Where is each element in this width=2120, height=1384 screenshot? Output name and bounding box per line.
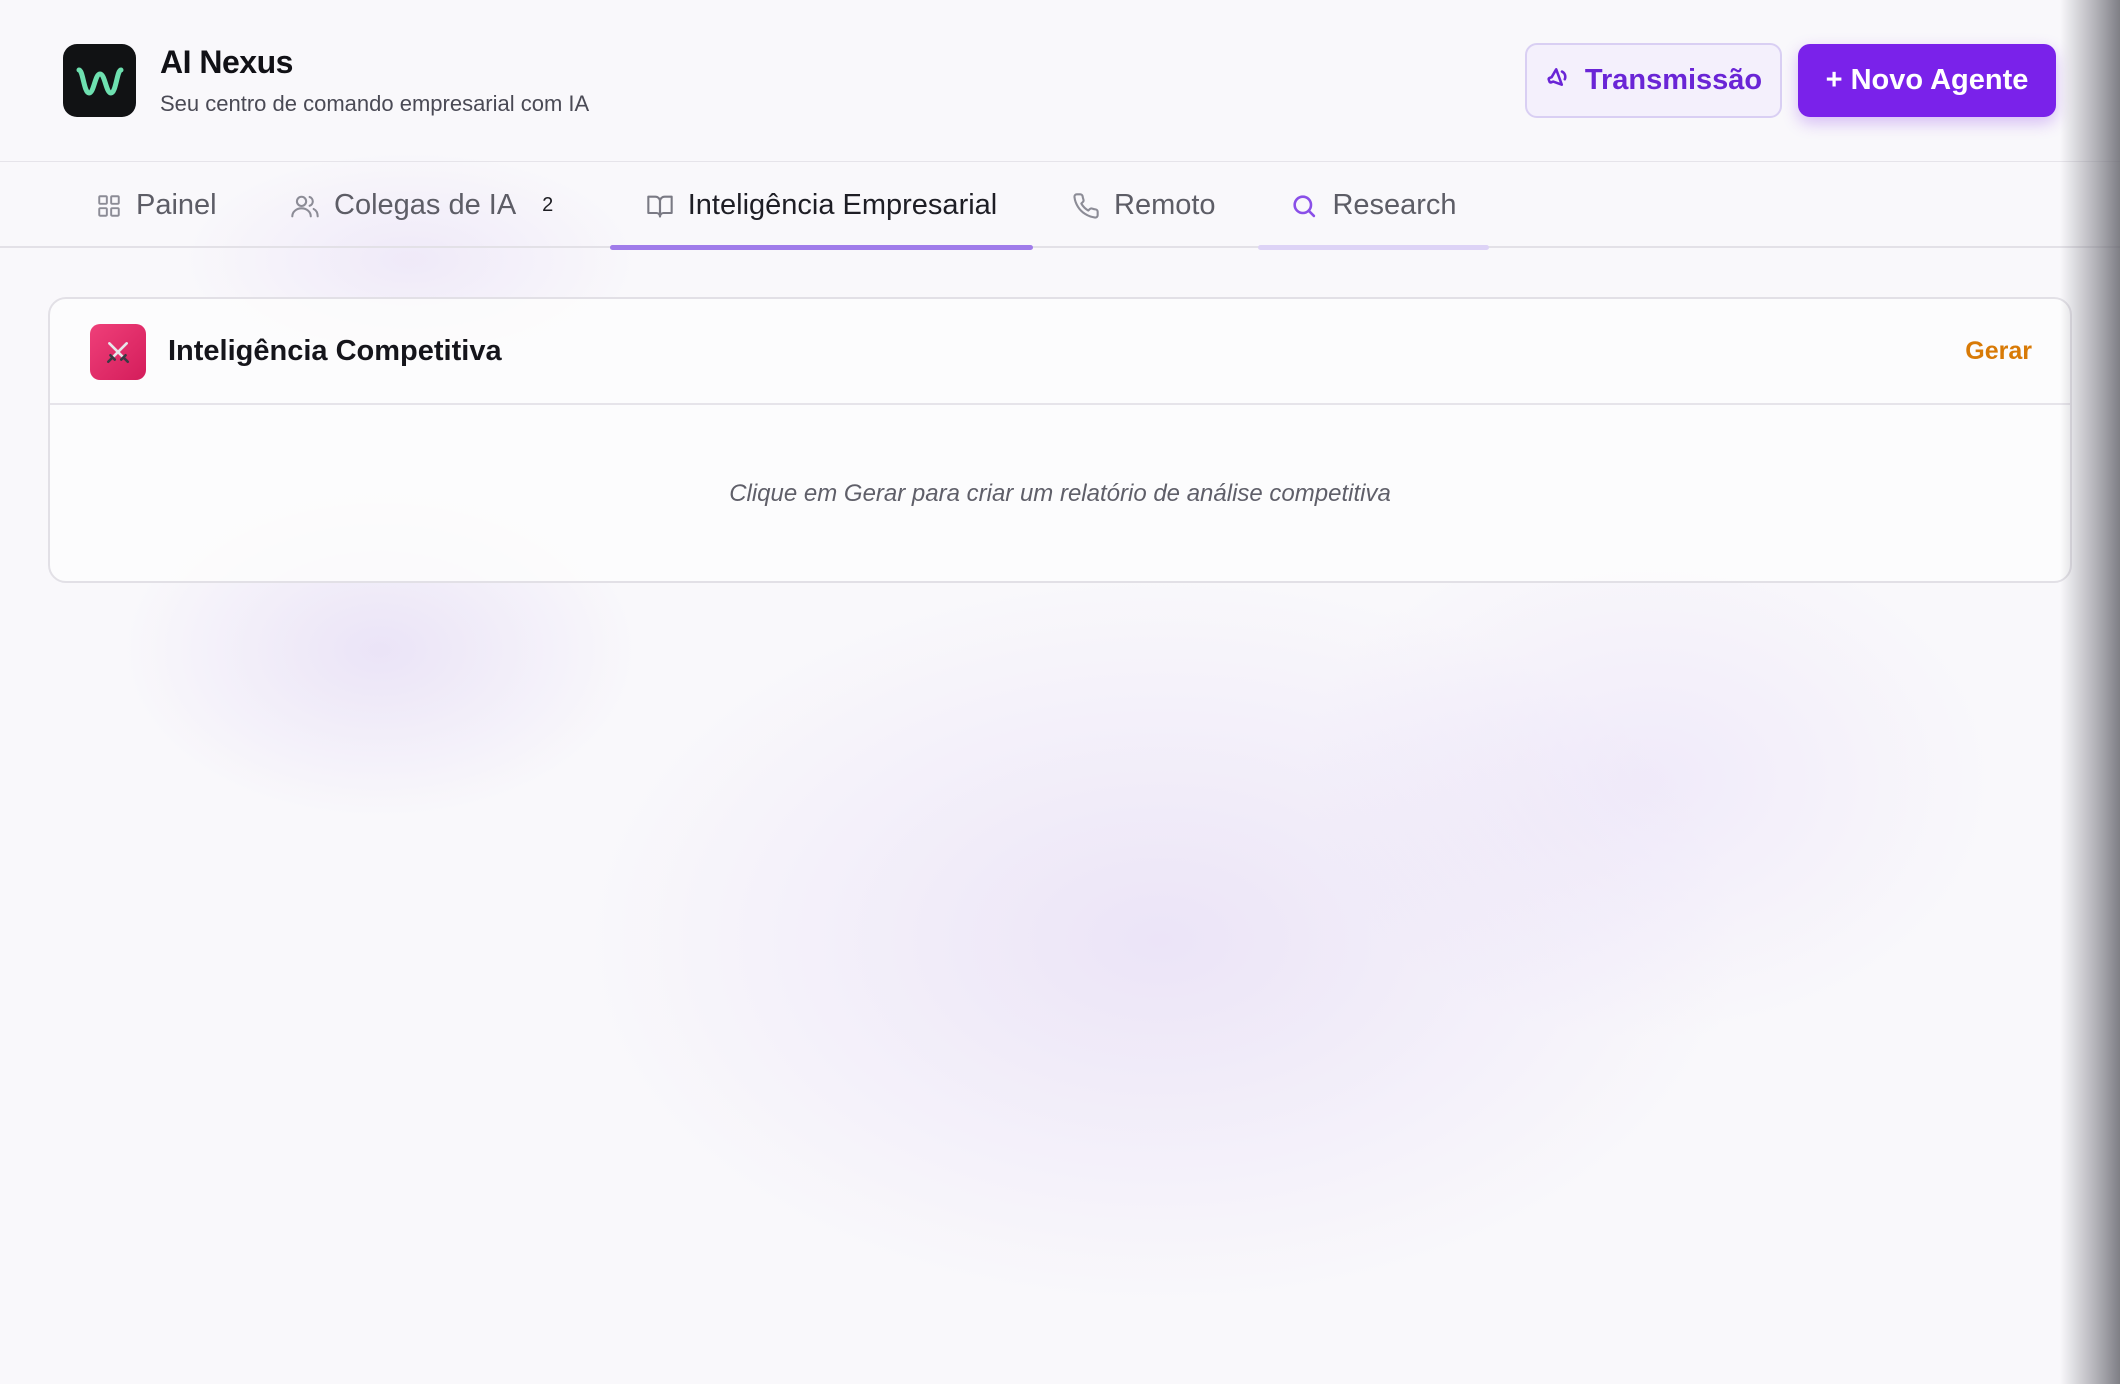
phone-icon bbox=[1072, 192, 1100, 220]
competitive-intelligence-card: Inteligência Competitiva Gerar Clique em… bbox=[48, 297, 2072, 583]
tab-label: Remoto bbox=[1114, 189, 1216, 221]
background-glow bbox=[560, 560, 1760, 1320]
wave-logo-icon bbox=[63, 44, 136, 117]
users-icon bbox=[290, 192, 320, 220]
tab-remoto[interactable]: Remoto bbox=[1072, 163, 1216, 248]
generate-button[interactable]: Gerar bbox=[1965, 337, 2032, 366]
card-title: Inteligência Competitiva bbox=[168, 335, 502, 367]
main-tabs: Painel Colegas de IA 2 Inteligência Empr… bbox=[0, 163, 2120, 250]
megaphone-icon bbox=[1545, 63, 1573, 99]
crossed-swords-icon bbox=[90, 324, 146, 380]
empty-state-message: Clique em Gerar para criar um relatório … bbox=[729, 480, 1391, 507]
new-agent-button[interactable]: + Novo Agente bbox=[1798, 44, 2056, 117]
tab-label: Painel bbox=[136, 189, 217, 221]
app-subtitle: Seu centro de comando empresarial com IA bbox=[160, 91, 590, 116]
tab-inteligencia-empresarial[interactable]: Inteligência Empresarial bbox=[610, 163, 1033, 250]
card-header: Inteligência Competitiva Gerar bbox=[50, 299, 2070, 405]
app-title: AI Nexus bbox=[160, 44, 293, 80]
tab-label: Research bbox=[1332, 189, 1457, 221]
tab-label: Inteligência Empresarial bbox=[687, 189, 998, 221]
search-icon bbox=[1290, 192, 1318, 220]
tab-research[interactable]: Research bbox=[1258, 163, 1489, 250]
tab-colegas-de-ia[interactable]: Colegas de IA 2 bbox=[290, 163, 553, 248]
background-glow bbox=[1300, 520, 2000, 1040]
grid-icon bbox=[96, 193, 122, 219]
book-icon bbox=[646, 192, 674, 220]
tab-count-badge: 2 bbox=[542, 194, 554, 216]
app-header: AI Nexus Seu centro de comando empresari… bbox=[0, 0, 2120, 162]
tab-label: Colegas de IA bbox=[334, 189, 517, 221]
broadcast-button-label: Transmissão bbox=[1584, 64, 1763, 96]
broadcast-button[interactable]: Transmissão bbox=[1525, 43, 1782, 118]
tab-painel[interactable]: Painel bbox=[96, 163, 217, 248]
